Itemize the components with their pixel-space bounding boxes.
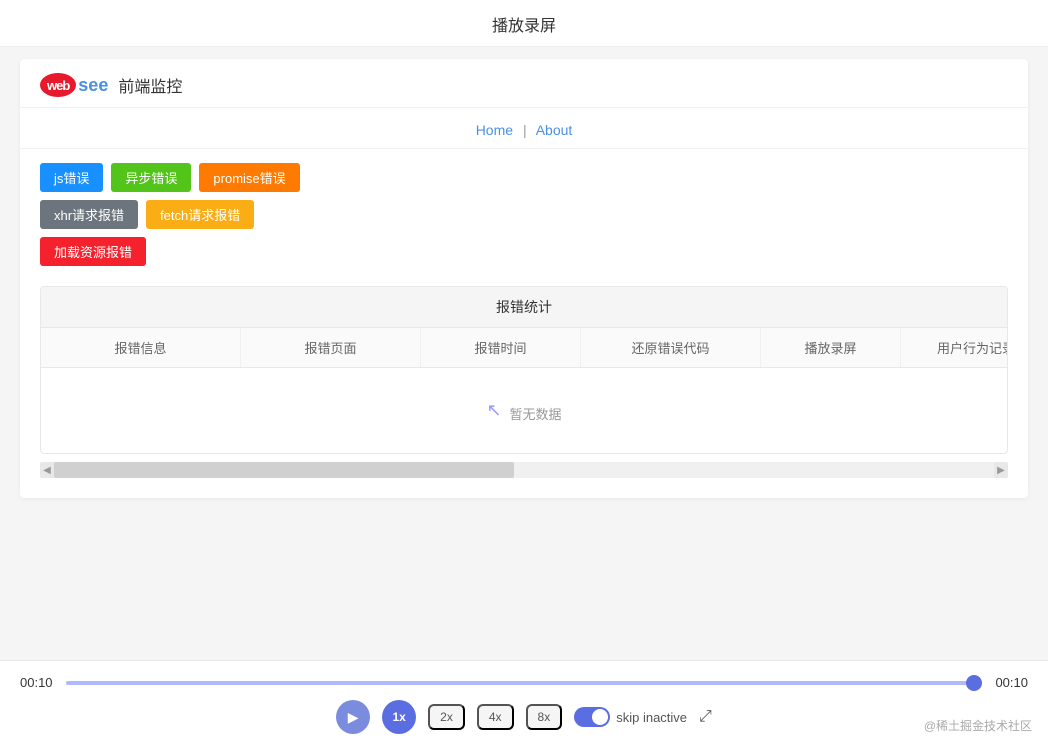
skip-inactive-toggle[interactable] (574, 707, 610, 727)
button-group-3: 加载资源报错 (20, 233, 1028, 270)
cursor-icon: ↖ (486, 400, 501, 421)
scrollbar-right-arrow[interactable]: ▶ (994, 462, 1008, 478)
col-error-time: 报错时间 (421, 328, 581, 367)
scrollbar-thumb[interactable] (54, 462, 514, 478)
expand-button[interactable]: ⤢ (699, 708, 712, 726)
timeline-thumb[interactable] (966, 675, 982, 691)
button-group: js错误 异步错误 promise错误 (20, 149, 1028, 196)
speed-2x-btn[interactable]: 2x (428, 704, 465, 730)
player-area: 00:10 00:10 ▶ 1x 2x 4x 8x skip inactive … (0, 660, 1048, 744)
col-play-record: 播放录屏 (761, 328, 901, 367)
timeline-track[interactable] (66, 681, 982, 685)
xhr-error-btn[interactable]: xhr请求报错 (40, 200, 138, 229)
logo-label: 前端监控 (118, 73, 182, 97)
logo-see: see (78, 75, 108, 96)
timeline-fill (66, 681, 982, 685)
speed-1x-btn[interactable]: 1x (382, 700, 416, 734)
watermark: @稀土掘金技术社区 (924, 717, 1032, 734)
fetch-error-btn[interactable]: fetch请求报错 (146, 200, 254, 229)
table-title: 报错统计 (41, 287, 1007, 328)
horizontal-scrollbar[interactable]: ◀ ▶ (40, 462, 1008, 478)
time-start: 00:10 (20, 675, 56, 690)
speed-4x-btn[interactable]: 4x (477, 704, 514, 730)
play-button[interactable]: ▶ (336, 700, 370, 734)
logo-badge: web (40, 73, 76, 97)
js-error-btn[interactable]: js错误 (40, 163, 103, 192)
skip-inactive-label: skip inactive (616, 710, 687, 725)
logo-area: web see 前端监控 (20, 59, 1028, 108)
col-user-behavior: 用户行为记录 (901, 328, 1008, 367)
skip-inactive-toggle-wrap: skip inactive (574, 707, 687, 727)
speed-8x-btn[interactable]: 8x (526, 704, 563, 730)
toggle-knob (592, 709, 608, 725)
timeline-row: 00:10 00:10 (20, 675, 1028, 690)
error-table: 报错统计 报错信息 报错页面 报错时间 还原错误代码 播放录屏 用户行为记录 ↖… (40, 286, 1008, 454)
button-group-2: xhr请求报错 fetch请求报错 (20, 196, 1028, 233)
main-content: web see 前端监控 Home | About js错误 异步错误 prom… (20, 59, 1028, 498)
about-link[interactable]: About (536, 122, 573, 138)
col-error-page: 报错页面 (241, 328, 421, 367)
time-end: 00:10 (992, 675, 1028, 690)
nav-separator: | (523, 122, 527, 138)
nav-links: Home | About (20, 108, 1028, 149)
table-columns: 报错信息 报错页面 报错时间 还原错误代码 播放录屏 用户行为记录 (41, 328, 1007, 368)
async-error-btn[interactable]: 异步错误 (111, 163, 191, 192)
home-link[interactable]: Home (476, 122, 513, 138)
scrollbar-left-arrow[interactable]: ◀ (40, 462, 54, 478)
col-error-info: 报错信息 (41, 328, 241, 367)
empty-text: 暂无数据 (510, 404, 562, 423)
resource-error-btn[interactable]: 加载资源报错 (40, 237, 146, 266)
table-empty-area: ↖ 暂无数据 (41, 368, 1007, 453)
promise-error-btn[interactable]: promise错误 (199, 163, 299, 192)
controls-row: ▶ 1x 2x 4x 8x skip inactive ⤢ (20, 700, 1028, 734)
page-title: 播放录屏 (0, 0, 1048, 47)
col-restore-code: 还原错误代码 (581, 328, 761, 367)
